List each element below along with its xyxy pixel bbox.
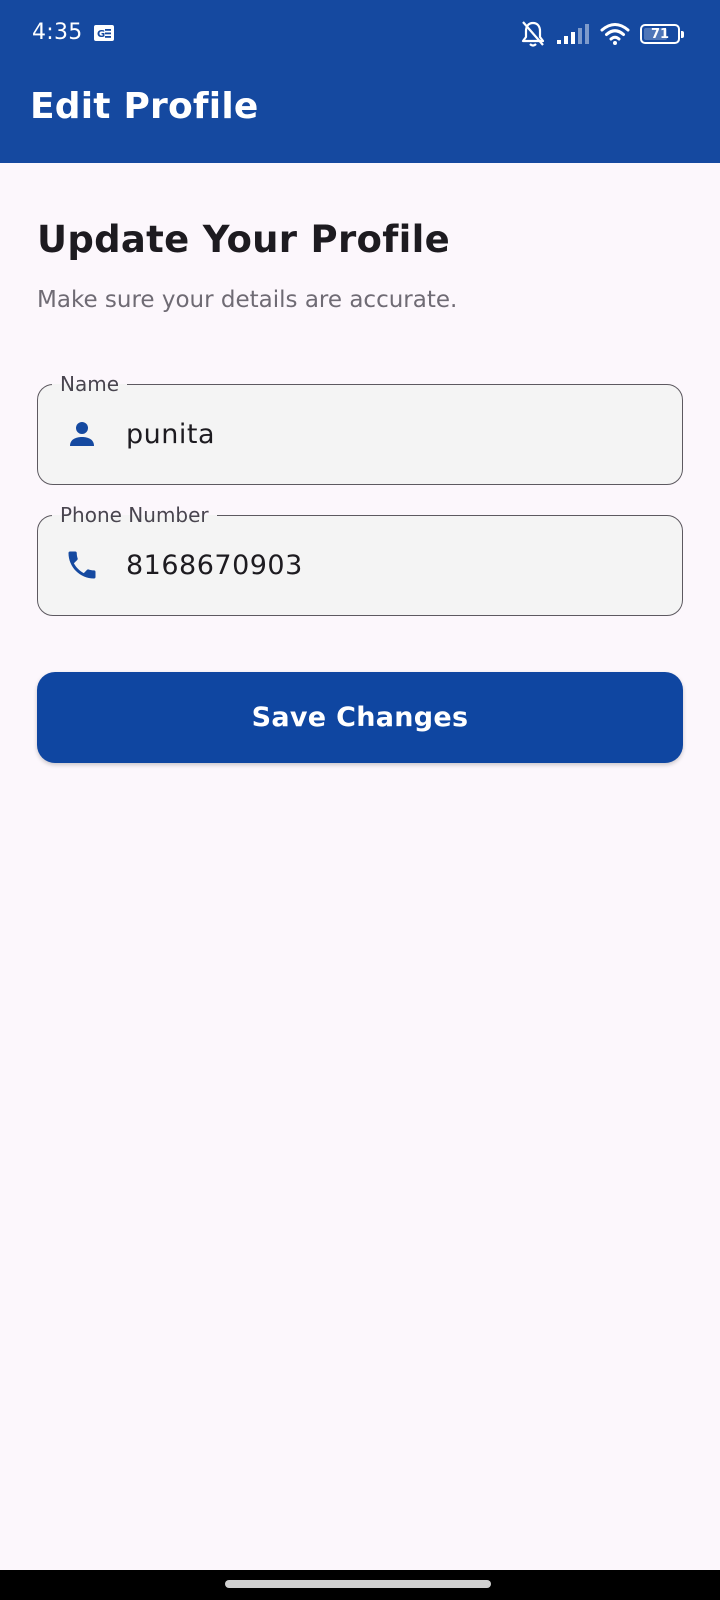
battery-icon: 71 <box>640 24 684 44</box>
save-changes-button[interactable]: Save Changes <box>37 672 683 763</box>
phone-input[interactable] <box>126 516 666 615</box>
form-heading: Update Your Profile <box>37 218 450 261</box>
home-indicator[interactable] <box>225 1580 491 1588</box>
person-icon <box>64 416 100 452</box>
name-field-label: Name <box>52 370 128 398</box>
name-field[interactable]: Name <box>37 370 683 485</box>
navigation-bar <box>0 1570 720 1600</box>
form-header: Update Your Profile Make sure your detai… <box>37 218 683 313</box>
battery-level: 71 <box>650 26 670 42</box>
phone-icon <box>64 547 100 583</box>
status-bar: 4:35 G 71 <box>0 0 720 68</box>
gmail-icon: G <box>93 24 115 42</box>
page-title: Edit Profile <box>30 86 259 127</box>
status-time: 4:35 <box>32 20 83 45</box>
svg-text:G: G <box>97 29 105 40</box>
app-bar: 4:35 G 71 Edit Profile <box>0 0 720 163</box>
form-subheading: Make sure your details are accurate. <box>37 287 458 313</box>
wifi-icon <box>600 22 630 46</box>
phone-field[interactable]: Phone Number <box>37 501 683 616</box>
bell-off-icon <box>520 20 546 48</box>
signal-icon <box>556 22 590 46</box>
name-input[interactable] <box>126 385 666 484</box>
